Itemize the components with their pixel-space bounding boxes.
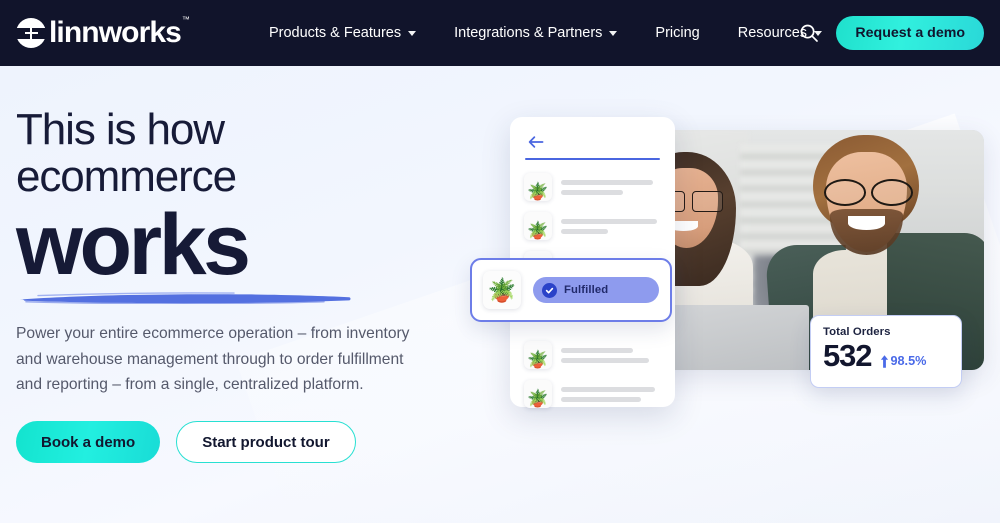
top-navigation-bar: linnworks ™ Products & Features Integrat… bbox=[0, 0, 1000, 66]
photo-man-glasses bbox=[823, 179, 914, 206]
hero-section: This is how ecommerce works Power your e… bbox=[0, 66, 1000, 523]
hero-visual-column: 🪴 🪴 🪴 🪴 🪴 Fulfilled Total Orders 532 98.… bbox=[462, 66, 1000, 523]
up-arrow-icon bbox=[880, 354, 889, 369]
list-item[interactable]: 🪴 bbox=[524, 173, 661, 201]
book-a-demo-button[interactable]: Book a demo bbox=[16, 421, 161, 463]
potted-plant-icon: 🪴 bbox=[524, 341, 552, 369]
nav-links: Products & Features Integrations & Partn… bbox=[250, 25, 841, 41]
brush-underline-decoration bbox=[18, 291, 352, 305]
linnworks-circle-plus-icon bbox=[16, 18, 46, 48]
headline-emphasis: works bbox=[16, 197, 251, 294]
back-arrow-icon[interactable] bbox=[528, 135, 544, 149]
status-badge-label: Fulfilled bbox=[564, 284, 609, 296]
request-demo-button[interactable]: Request a demo bbox=[836, 16, 984, 50]
chevron-down-icon bbox=[609, 30, 618, 36]
total-orders-value: 532 bbox=[823, 338, 873, 373]
start-product-tour-button[interactable]: Start product tour bbox=[176, 421, 356, 463]
headline-line-1: This is how bbox=[16, 105, 225, 154]
potted-plant-icon: 🪴 bbox=[524, 173, 552, 201]
total-orders-card: Total Orders 532 98.5% bbox=[810, 315, 962, 388]
placeholder-bars bbox=[561, 218, 661, 234]
status-badge: Fulfilled bbox=[533, 277, 659, 303]
search-icon[interactable] bbox=[796, 20, 822, 46]
nav-item-products-features[interactable]: Products & Features bbox=[250, 25, 435, 41]
list-item[interactable]: 🪴 bbox=[524, 380, 661, 408]
list-item[interactable]: 🪴 bbox=[524, 212, 661, 240]
photo-man-smile bbox=[847, 216, 885, 230]
hero-paragraph: Power your entire ecommerce operation – … bbox=[16, 325, 410, 393]
total-orders-row: 532 98.5% bbox=[823, 338, 949, 374]
trademark-symbol: ™ bbox=[181, 15, 190, 24]
nav-item-label: Products & Features bbox=[268, 25, 402, 41]
placeholder-bars bbox=[561, 179, 661, 195]
total-orders-label: Total Orders bbox=[823, 326, 891, 338]
list-item[interactable]: 🪴 bbox=[524, 341, 661, 369]
panel-divider bbox=[525, 158, 660, 160]
page-title: This is how ecommerce works bbox=[16, 105, 436, 294]
nav-right-group: Request a demo bbox=[796, 0, 984, 66]
logo-wordmark: linnworks ™ bbox=[49, 15, 190, 49]
hero-copy-column: This is how ecommerce works Power your e… bbox=[16, 105, 436, 463]
placeholder-bars bbox=[561, 347, 661, 363]
headline-line-2: ecommerce bbox=[16, 151, 237, 201]
chevron-down-icon bbox=[408, 30, 417, 36]
potted-plant-icon: 🪴 bbox=[524, 212, 552, 240]
placeholder-bars bbox=[561, 386, 661, 402]
hero-cta-row: Book a demo Start product tour bbox=[16, 421, 436, 463]
photo-laptop bbox=[655, 305, 810, 370]
potted-plant-icon: 🪴 bbox=[524, 380, 552, 408]
nav-item-label: Integrations & Partners bbox=[454, 25, 603, 41]
fulfilled-status-card[interactable]: 🪴 Fulfilled bbox=[470, 258, 672, 322]
nav-item-pricing[interactable]: Pricing bbox=[636, 25, 718, 41]
nav-item-integrations-partners[interactable]: Integrations & Partners bbox=[435, 25, 636, 41]
linnworks-logo[interactable]: linnworks ™ bbox=[16, 15, 190, 49]
nav-item-label: Pricing bbox=[655, 25, 700, 41]
potted-plant-icon: 🪴 bbox=[483, 271, 521, 309]
landing-page: linnworks ™ Products & Features Integrat… bbox=[0, 0, 1000, 523]
check-circle-icon bbox=[542, 282, 557, 298]
total-orders-delta-value: 98.5% bbox=[890, 354, 927, 369]
total-orders-delta: 98.5% bbox=[880, 354, 926, 374]
